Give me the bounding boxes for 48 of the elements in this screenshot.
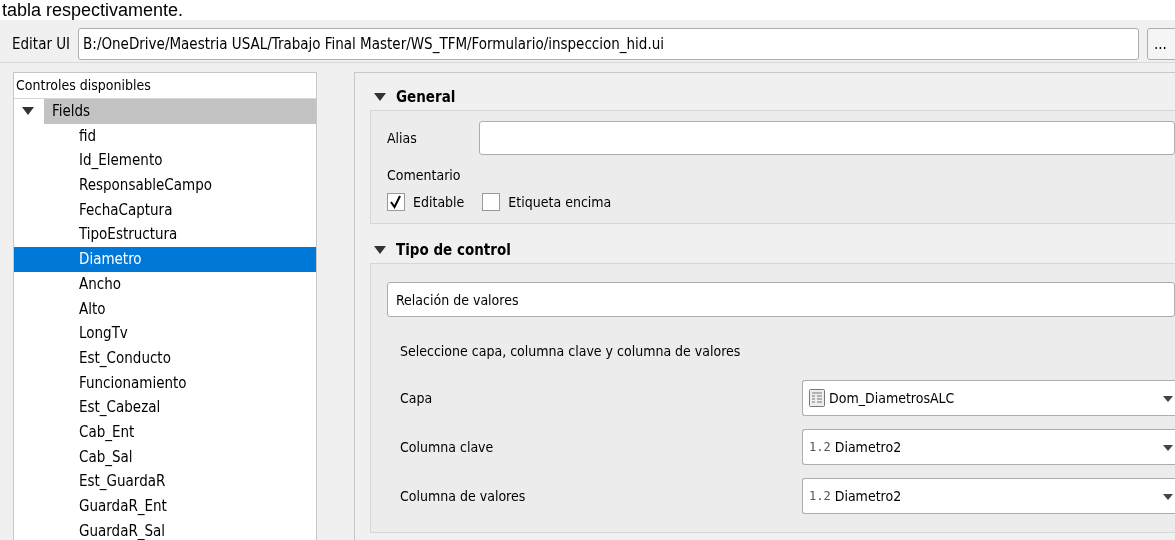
expanded-arrow-icon[interactable] xyxy=(22,106,34,117)
field-item[interactable]: Alto xyxy=(14,296,316,322)
dropdown-arrow-icon[interactable] xyxy=(1163,493,1173,500)
instructions-text: Seleccione capa, columna clave y columna de valores xyxy=(400,343,742,359)
checkbox-label: Etiqueta encima xyxy=(508,194,612,210)
checkbox[interactable] xyxy=(387,193,405,211)
field-label: Editar UI xyxy=(12,35,71,53)
expanded-arrow-icon[interactable] xyxy=(374,244,386,255)
field-item[interactable]: Id_Elemento xyxy=(14,148,316,174)
field-item[interactable]: Cab_Sal xyxy=(14,444,316,470)
field-item[interactable]: Ancho xyxy=(14,271,316,297)
dropdown-arrow-icon[interactable] xyxy=(1163,395,1173,402)
field-item[interactable]: FechaCaptura xyxy=(14,197,316,223)
field-item[interactable]: GuardaR_Sal xyxy=(14,518,316,540)
tree-group-item[interactable]: Fields xyxy=(44,99,316,124)
field-item[interactable]: TipoEstructura xyxy=(14,222,316,248)
decimal-type-icon: 1.2 xyxy=(809,439,831,454)
field-item[interactable]: fid xyxy=(14,123,316,149)
file-path-field[interactable]: B:/OneDrive/Maestria USAL/Trabajo Final Master/WS_TFM/Formulario/inspeccion_hid.ui xyxy=(78,28,1139,60)
field-item[interactable]: Cab_Ent xyxy=(14,419,316,445)
table-icon xyxy=(809,388,825,407)
section-title[interactable]: General xyxy=(396,87,456,106)
field-item[interactable]: Est_Conducto xyxy=(14,345,316,371)
field-item[interactable]: Funcionamiento xyxy=(14,370,316,396)
combo-box[interactable]: 1.2 Diametro2 xyxy=(802,477,1175,514)
field-item[interactable]: ResponsableCampo xyxy=(14,173,316,198)
combo-box[interactable]: 1.2 Diametro2 xyxy=(802,428,1175,465)
decimal-type-icon: 1.2 xyxy=(809,488,831,503)
field-label: Alias xyxy=(387,130,417,146)
checkbox-label: Editable xyxy=(413,194,465,210)
setting-label: Columna de valores xyxy=(399,487,527,504)
browse-button[interactable]: ... xyxy=(1147,28,1175,60)
caption-text: tabla respectivamente. xyxy=(2,0,184,20)
alias-field[interactable] xyxy=(478,121,1175,155)
field-item[interactable]: Est_Cabezal xyxy=(14,395,316,420)
dropdown-arrow-icon[interactable] xyxy=(1163,444,1173,451)
section-title[interactable]: Tipo de control xyxy=(396,240,511,259)
field-item[interactable]: Est_GuardaR xyxy=(14,469,316,494)
setting-label: Capa xyxy=(399,389,434,406)
field-item[interactable]: Diametro xyxy=(14,247,316,272)
expanded-arrow-icon[interactable] xyxy=(374,91,386,102)
setting-label: Columna clave xyxy=(399,438,495,455)
field-item[interactable]: LongTv xyxy=(14,321,316,346)
field-item[interactable]: GuardaR_Ent xyxy=(14,494,316,519)
checkbox[interactable] xyxy=(482,193,501,211)
widget-type-dropdown[interactable]: Relación de valores xyxy=(387,282,1175,317)
field-label: Comentario xyxy=(387,167,462,183)
combo-box[interactable]: Dom_DiametrosALC xyxy=(802,379,1175,416)
